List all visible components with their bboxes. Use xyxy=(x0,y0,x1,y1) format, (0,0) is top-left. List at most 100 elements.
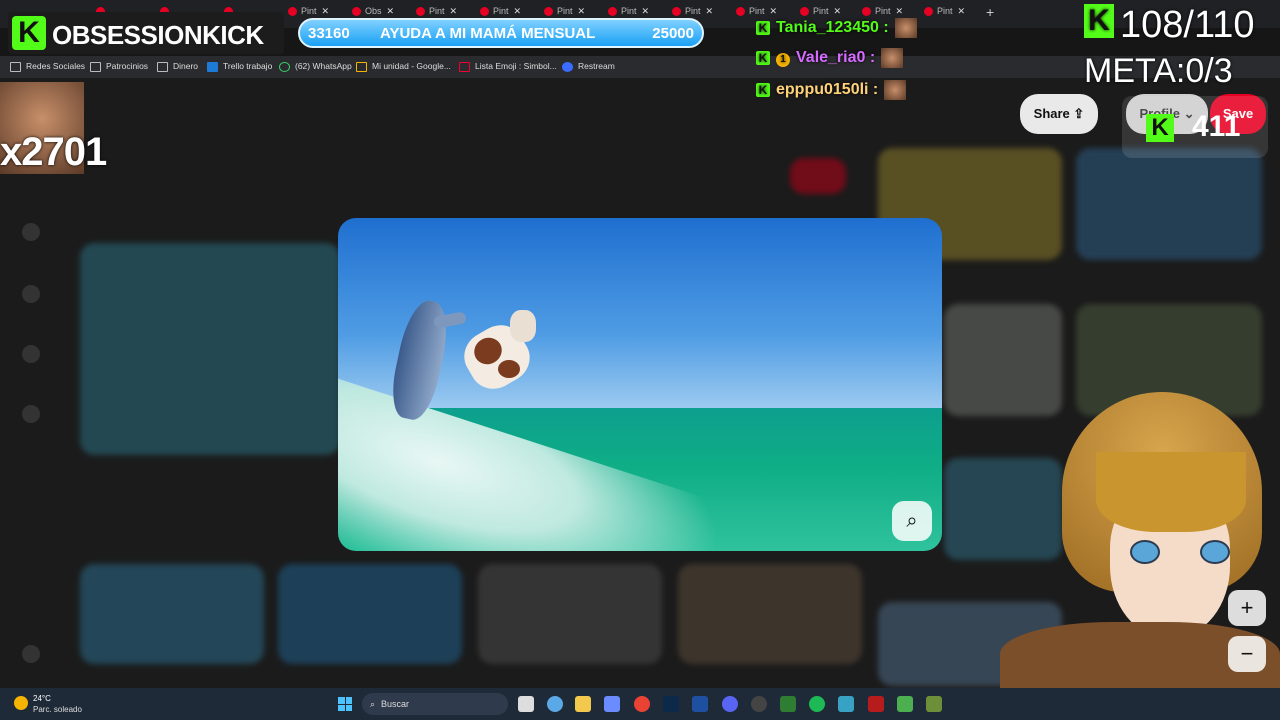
pinterest-icon xyxy=(416,7,425,17)
weather-icon[interactable] xyxy=(14,696,28,710)
channel-name: OBSESSIONKICK xyxy=(52,20,264,50)
pinterest-icon xyxy=(480,7,489,17)
windows-start-icon[interactable] xyxy=(338,697,352,711)
combo-counter: x2701 xyxy=(0,130,107,174)
pinterest-icon xyxy=(544,7,553,17)
settings-icon[interactable] xyxy=(547,696,563,712)
avatar-fringe xyxy=(1096,452,1246,532)
kick-logo-icon: K xyxy=(1146,114,1174,142)
zoom-in-button[interactable]: + xyxy=(1228,590,1266,626)
minecraft-icon[interactable] xyxy=(926,696,942,712)
pinterest-icon xyxy=(924,7,933,17)
photoshop-icon[interactable] xyxy=(663,696,679,712)
netflix-icon[interactable] xyxy=(868,696,884,712)
emoji-icon xyxy=(459,61,470,72)
pinterest-icon xyxy=(672,7,681,17)
goal-current: 33160 xyxy=(308,25,350,42)
pinterest-icon xyxy=(862,7,871,17)
new-tab-icon[interactable]: + xyxy=(986,4,994,20)
upload-icon: ⇪ xyxy=(1073,106,1085,121)
chat-message: Kepppu0150li : xyxy=(756,80,907,100)
cow-figure xyxy=(455,310,539,402)
nav-rail-icon xyxy=(22,223,40,241)
nav-rail-icon xyxy=(22,345,40,363)
close-tab-icon[interactable]: ✕ xyxy=(387,6,395,16)
browser-tab[interactable]: Pint ✕ xyxy=(924,6,986,22)
kick-badge-icon: K xyxy=(756,21,770,36)
close-tab-icon[interactable]: ✕ xyxy=(450,6,458,16)
pin-closeup-image[interactable]: ⌕ xyxy=(338,218,942,551)
emote-icon xyxy=(884,80,907,100)
close-tab-icon[interactable]: ✕ xyxy=(322,6,330,16)
visual-search-icon[interactable]: ⌕ xyxy=(892,501,932,541)
discord-icon[interactable] xyxy=(722,696,738,712)
close-tab-icon[interactable]: ✕ xyxy=(706,6,714,16)
obs-icon[interactable] xyxy=(751,696,767,712)
pin-thumbnail xyxy=(80,564,264,664)
bookmark-link[interactable]: (62) WhatsApp xyxy=(279,61,352,72)
nav-rail-icon xyxy=(22,405,40,423)
file-explorer-icon[interactable] xyxy=(575,696,591,712)
folder-icon xyxy=(10,61,21,72)
folder-icon xyxy=(90,61,101,72)
bookmark-folder[interactable]: Redes Sociales xyxy=(10,61,85,72)
emote-icon xyxy=(894,18,917,38)
trello-icon xyxy=(207,61,218,72)
taskbar-search[interactable]: ⌕ Buscar xyxy=(362,693,508,715)
close-tab-icon[interactable]: ✕ xyxy=(770,6,778,16)
avatar-eye xyxy=(1130,540,1160,564)
drive-icon xyxy=(356,61,367,72)
bookmark-folder[interactable]: Patrocinios xyxy=(90,61,148,72)
bookmark-link[interactable]: Restream xyxy=(562,61,615,72)
zoom-out-button[interactable]: − xyxy=(1228,636,1266,672)
close-tab-icon[interactable]: ✕ xyxy=(896,6,904,16)
kick-badge-icon: K xyxy=(756,51,770,66)
pinterest-icon xyxy=(352,7,361,17)
meta-counter: META:0/3 xyxy=(1084,52,1233,90)
restream-icon xyxy=(562,61,573,72)
bookmark-link[interactable]: Mi unidad - Google... xyxy=(356,61,451,72)
channel-banner: K OBSESSIONKICK xyxy=(8,12,284,54)
pin-thumbnail xyxy=(278,564,462,664)
kick-logo-icon: K xyxy=(1084,4,1114,38)
task-view-icon[interactable] xyxy=(518,696,534,712)
weather-temperature: 24°C xyxy=(33,694,51,703)
search-icon: ⌕ xyxy=(370,699,376,709)
excel-icon[interactable] xyxy=(780,696,796,712)
chrome-icon[interactable] xyxy=(634,696,650,712)
pin-thumbnail xyxy=(80,243,340,455)
nav-rail-icon xyxy=(22,645,40,663)
bookmark-folder[interactable]: Dinero xyxy=(157,61,198,72)
close-tab-icon[interactable]: ✕ xyxy=(514,6,522,16)
share-button[interactable]: Share ⇪ xyxy=(1020,94,1098,134)
pin-thumbnail xyxy=(678,564,862,664)
close-tab-icon[interactable]: ✕ xyxy=(578,6,586,16)
viewer-count: 411 xyxy=(1192,110,1241,143)
cow-head xyxy=(510,310,536,342)
spotify-icon[interactable] xyxy=(809,696,825,712)
close-tab-icon[interactable]: ✕ xyxy=(834,6,842,16)
xbox-icon[interactable] xyxy=(897,696,913,712)
vegas-icon[interactable] xyxy=(692,696,708,712)
close-tab-icon[interactable]: ✕ xyxy=(642,6,650,16)
store-icon[interactable] xyxy=(604,696,620,712)
viewer-count-badge: K 411 xyxy=(1122,96,1268,158)
chat-message: K 1 Vale_ria0 : xyxy=(756,48,904,68)
emote-icon xyxy=(881,48,904,68)
save-button-blur xyxy=(790,158,846,194)
donation-goal-bar: 33160 AYUDA A MI MAMÁ MENSUAL 25000 xyxy=(298,18,704,48)
goal-title: AYUDA A MI MAMÁ MENSUAL xyxy=(380,25,596,42)
pinterest-icon xyxy=(736,7,745,17)
vscode-icon[interactable] xyxy=(838,696,854,712)
whatsapp-icon xyxy=(279,61,290,72)
bookmark-link[interactable]: Trello trabajo xyxy=(207,61,272,72)
follower-counter: K 108/110 xyxy=(1084,4,1255,47)
bookmark-link[interactable]: Lista Emoji : Simbol... xyxy=(459,61,557,72)
kick-badge-icon: K xyxy=(756,83,770,98)
subscriber-coin-icon: 1 xyxy=(776,53,790,68)
windows-taskbar: 24°C Parc. soleado ⌕ Buscar xyxy=(0,688,1280,720)
close-tab-icon[interactable]: ✕ xyxy=(958,6,966,16)
avatar-eye xyxy=(1200,540,1230,564)
chat-message: K Tania_123450 : xyxy=(756,18,917,38)
nav-rail-icon xyxy=(22,285,40,303)
